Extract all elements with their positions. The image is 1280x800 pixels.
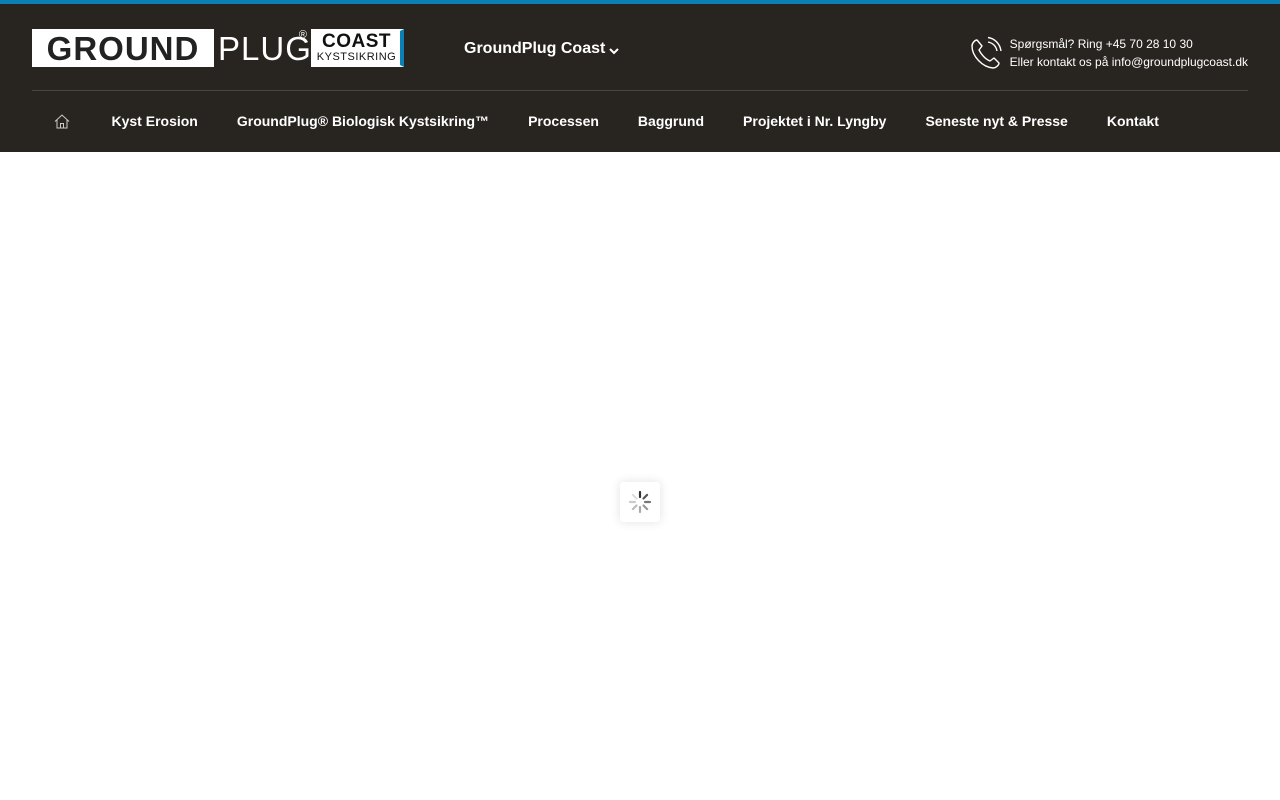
contact-info: Spørgsmål? Ring +45 70 28 10 30 Eller ko… — [970, 35, 1248, 71]
contact-text: Spørgsmål? Ring +45 70 28 10 30 Eller ko… — [1010, 35, 1248, 71]
logo-coast-box: COAST KYSTSIKRING — [311, 29, 404, 67]
nav-item-biologisk-kystsikring[interactable]: GroundPlug® Biologisk Kystsikring™ — [217, 96, 508, 146]
logo-plug-text: PLUG — [218, 29, 312, 67]
nav-item-processen[interactable]: Processen — [509, 96, 619, 146]
logo-plug-box: PLUG ® — [214, 29, 312, 67]
main-nav: Kyst Erosion GroundPlug® Biologisk Kysts… — [32, 96, 1178, 146]
home-icon — [54, 113, 70, 128]
contact-phone-line[interactable]: Spørgsmål? Ring +45 70 28 10 30 — [1010, 35, 1248, 53]
logo-ground-box: GROUND — [32, 29, 214, 67]
site-header: GROUND PLUG ® COAST KYSTSIKRING GroundPl… — [0, 4, 1280, 152]
header-divider — [32, 90, 1248, 91]
site-switch-dropdown[interactable]: GroundPlug Coast — [464, 38, 620, 60]
logo-registered-mark: ® — [298, 29, 307, 41]
nav-item-baggrund[interactable]: Baggrund — [618, 96, 723, 146]
page-loader — [620, 482, 660, 522]
nav-item-kyst-erosion[interactable]: Kyst Erosion — [92, 96, 217, 146]
nav-item-seneste-nyt[interactable]: Seneste nyt & Presse — [906, 96, 1087, 146]
chevron-down-icon — [609, 48, 620, 55]
logo-coast-text: COAST — [322, 30, 391, 52]
nav-item-projektet[interactable]: Projektet i Nr. Lyngby — [724, 96, 906, 146]
site-logo[interactable]: GROUND PLUG ® COAST KYSTSIKRING — [32, 29, 404, 67]
nav-home[interactable] — [32, 96, 92, 146]
site-switch-label: GroundPlug Coast — [464, 40, 606, 57]
contact-email-line[interactable]: Eller kontakt os på info@groundplugcoast… — [1010, 53, 1248, 71]
logo-ground-text: GROUND — [46, 29, 200, 67]
phone-icon — [970, 36, 1002, 69]
nav-item-kontakt[interactable]: Kontakt — [1087, 96, 1178, 146]
loading-spinner-icon — [628, 490, 652, 514]
logo-kystsikring-text: KYSTSIKRING — [316, 50, 397, 63]
